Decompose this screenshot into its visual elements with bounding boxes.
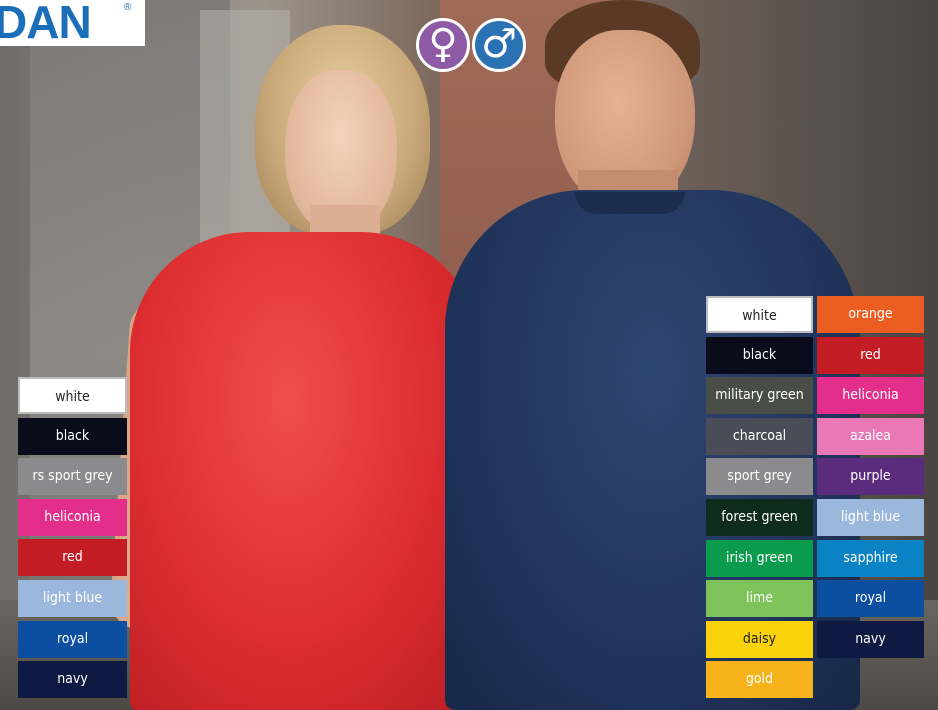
color-swatch-irish-green: irish green [706,539,813,577]
color-swatch-heliconia: heliconia [18,498,127,536]
color-swatch-navy: navy [817,620,924,658]
color-swatch-red: red [817,336,924,374]
color-swatch-lime: lime [706,580,813,618]
color-swatch-heliconia: heliconia [817,377,924,415]
color-swatch-sport-grey: sport grey [706,458,813,496]
color-swatch-royal: royal [18,620,127,658]
color-swatch-light-blue: light blue [817,499,924,536]
brand-logo-text: DAN [0,0,92,48]
color-swatch-military-green: military green [706,377,813,415]
color-swatch-black: black [706,336,813,374]
man-collar [575,192,685,214]
color-swatch-sapphire: sapphire [817,539,924,577]
color-swatch-black: black [18,417,127,455]
female-icon: ♀ [416,18,470,72]
male-icon: ♂ [472,18,526,72]
brand-logo: DAN ® [0,0,145,48]
color-swatch-rs-sport-grey: rs sport grey [18,458,127,496]
color-swatch-forest-green: forest green [706,499,813,536]
color-swatch-charcoal: charcoal [706,417,813,455]
color-swatch-orange: orange [817,296,924,333]
color-swatch-purple: purple [817,458,924,496]
color-swatch-gold: gold [706,661,813,699]
color-swatch-light-blue: light blue [18,580,127,617]
color-swatch-azalea: azalea [817,417,924,455]
color-swatch-navy: navy [18,661,127,699]
registered-mark: ® [124,2,132,13]
color-swatch-royal: royal [817,580,924,618]
color-swatch-white: white [706,296,813,333]
color-swatch-red: red [18,539,127,577]
color-swatch-white: white [18,377,127,414]
woman-red-tshirt [130,232,480,710]
color-swatch-daisy: daisy [706,620,813,658]
